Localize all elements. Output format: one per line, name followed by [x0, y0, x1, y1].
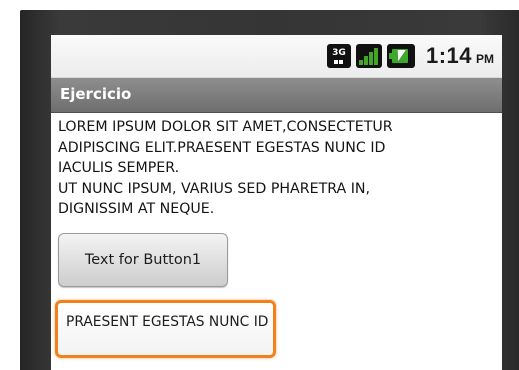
paragraph-line: ADIPISCING ELIT.PRAESENT EGESTAS NUNC ID — [58, 139, 386, 156]
title-bar: Ejercicio — [51, 78, 502, 113]
signal-strength-icon — [355, 44, 382, 68]
app-title: Ejercicio — [60, 85, 132, 103]
network-label: 3G — [332, 47, 346, 58]
body-paragraph: LOREM IPSUM DOLOR SIT AMET,CONSECTETUR A… — [58, 117, 498, 220]
clock-ampm: PM — [476, 52, 494, 66]
text-input-field[interactable]: PRAESENT EGESTAS NUNC ID IACULIS SEMPER. — [55, 300, 276, 358]
phone-screen: 3G 1:14 PM Ejercicio LOREM IPSUM DOLOR S… — [51, 35, 502, 370]
paragraph-line: UT NUNC IPSUM, VARIUS SED PHARETRA IN, — [58, 180, 371, 197]
battery-charging-icon — [386, 44, 415, 68]
text-input-value: PRAESENT EGESTAS NUNC ID IACULIS SEMPER. — [66, 314, 273, 330]
clock-time: 1:14 — [425, 43, 472, 68]
3g-data-icon: 3G — [326, 44, 351, 68]
activity-content: LOREM IPSUM DOLOR SIT AMET,CONSECTETUR A… — [51, 113, 502, 370]
paragraph-line: LOREM IPSUM DOLOR SIT AMET,CONSECTETUR — [58, 119, 393, 135]
status-icons: 3G 1:14 PM — [326, 42, 494, 70]
paragraph-line: DIGNISSIM AT NEQUE. — [58, 201, 215, 217]
button1[interactable]: Text for Button1 — [58, 233, 228, 287]
clock: 1:14 PM — [426, 43, 494, 69]
paragraph-line: IACULIS SEMPER. — [58, 160, 180, 176]
status-bar: 3G 1:14 PM — [51, 35, 502, 78]
